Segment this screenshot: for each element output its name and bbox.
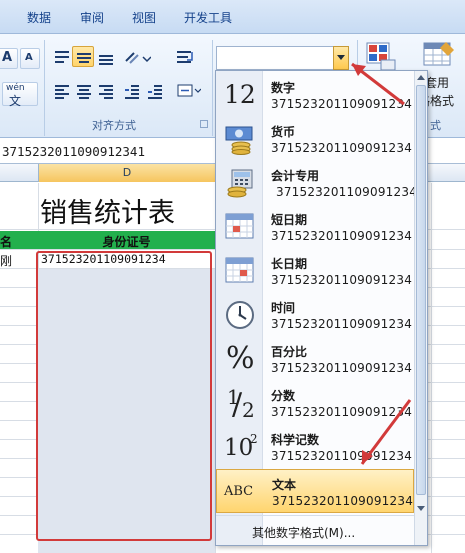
tab-data[interactable]: 数据 xyxy=(27,9,51,26)
header-name-cell[interactable]: 名 xyxy=(0,233,12,250)
text-abc-icon: ABC xyxy=(224,484,254,499)
menu-item-time[interactable]: 时间 371523201109091234 xyxy=(216,293,414,337)
orientation-button[interactable] xyxy=(120,46,152,67)
tab-view[interactable]: 视图 xyxy=(132,9,156,26)
number-format-combo[interactable] xyxy=(216,46,349,70)
wrap-text-button[interactable] xyxy=(174,46,196,72)
menu-item-short-date[interactable]: 短日期 371523201109091234 xyxy=(216,205,414,249)
format-as-table-label: 套用 xyxy=(425,76,450,90)
menu-scrollbar[interactable] xyxy=(414,71,427,545)
column-header-d[interactable]: D xyxy=(38,164,216,182)
align-top-button[interactable] xyxy=(50,46,72,67)
menu-item-long-date[interactable]: 长日期 371523201109091234 xyxy=(216,249,414,293)
number-12-icon: 12 xyxy=(224,80,256,109)
chevron-down-icon xyxy=(337,55,345,60)
menu-item-accounting[interactable]: 会计专用 371523201109091234 xyxy=(216,161,417,205)
align-left-button[interactable] xyxy=(50,80,72,101)
decrease-indent-button[interactable] xyxy=(120,80,142,101)
tab-review[interactable]: 审阅 xyxy=(80,9,104,26)
fraction-half-icon: 1 / 2 xyxy=(227,385,255,422)
grow-font-button[interactable]: A xyxy=(0,48,18,69)
format-as-table-icon[interactable] xyxy=(422,40,456,72)
menu-item-percentage[interactable]: % 百分比 371523201109091234 xyxy=(216,337,414,381)
scroll-down-icon[interactable] xyxy=(416,503,426,515)
number-format-dropdown-arrow[interactable] xyxy=(333,46,349,70)
scroll-up-icon[interactable] xyxy=(416,72,426,84)
currency-coins-icon xyxy=(223,123,257,155)
menu-item-number[interactable]: 12 数字 371523201109091234 xyxy=(216,73,414,117)
more-number-formats[interactable]: 其他数字格式(M)... xyxy=(216,515,414,545)
calendar-long-icon xyxy=(223,255,257,287)
align-middle-button[interactable] xyxy=(72,46,94,67)
shrink-font-button[interactable]: A xyxy=(20,48,40,69)
scroll-thumb[interactable] xyxy=(416,85,426,495)
group-label-styles-fragment: 式 xyxy=(430,119,441,132)
merge-center-button[interactable] xyxy=(174,80,202,101)
number-format-menu: 12 数字 371523201109091234 货币 371523201109… xyxy=(215,70,428,546)
align-bottom-button[interactable] xyxy=(94,46,116,67)
calendar-short-icon xyxy=(223,211,257,243)
tab-developer[interactable]: 开发工具 xyxy=(184,9,232,26)
row1-name-cell[interactable]: 刚 xyxy=(0,252,12,269)
percent-icon: % xyxy=(226,341,255,376)
menu-item-currency[interactable]: 货币 371523201109091234 xyxy=(216,117,414,161)
align-center-button[interactable] xyxy=(72,80,94,101)
header-id-cell[interactable]: 身份证号 xyxy=(38,233,215,250)
menu-item-fraction[interactable]: 1 / 2 分数 371523201109091234 xyxy=(216,381,414,425)
menu-item-scientific[interactable]: 10 2 科学记数 371523201109091234 xyxy=(216,425,414,469)
clock-icon xyxy=(223,299,257,331)
group-label-alignment: 对齐方式 xyxy=(92,119,136,132)
ribbon-tab-bar: 数据 审阅 视图 开发工具 xyxy=(0,0,465,34)
phonetic-guide-button[interactable]: wén 文 xyxy=(2,82,38,108)
align-right-button[interactable] xyxy=(94,80,116,101)
menu-item-text[interactable]: ABC 文本 371523201109091234 xyxy=(216,469,414,513)
scientific-10-squared-icon: 10 2 xyxy=(224,432,258,461)
conditional-format-icon[interactable] xyxy=(365,40,397,72)
accounting-calculator-icon xyxy=(223,167,257,199)
increase-indent-button[interactable] xyxy=(143,80,165,101)
alignment-dialog-launcher[interactable] xyxy=(200,120,208,128)
highlight-box xyxy=(36,251,212,541)
formula-bar-value: 3715232011090912341 xyxy=(2,144,145,159)
